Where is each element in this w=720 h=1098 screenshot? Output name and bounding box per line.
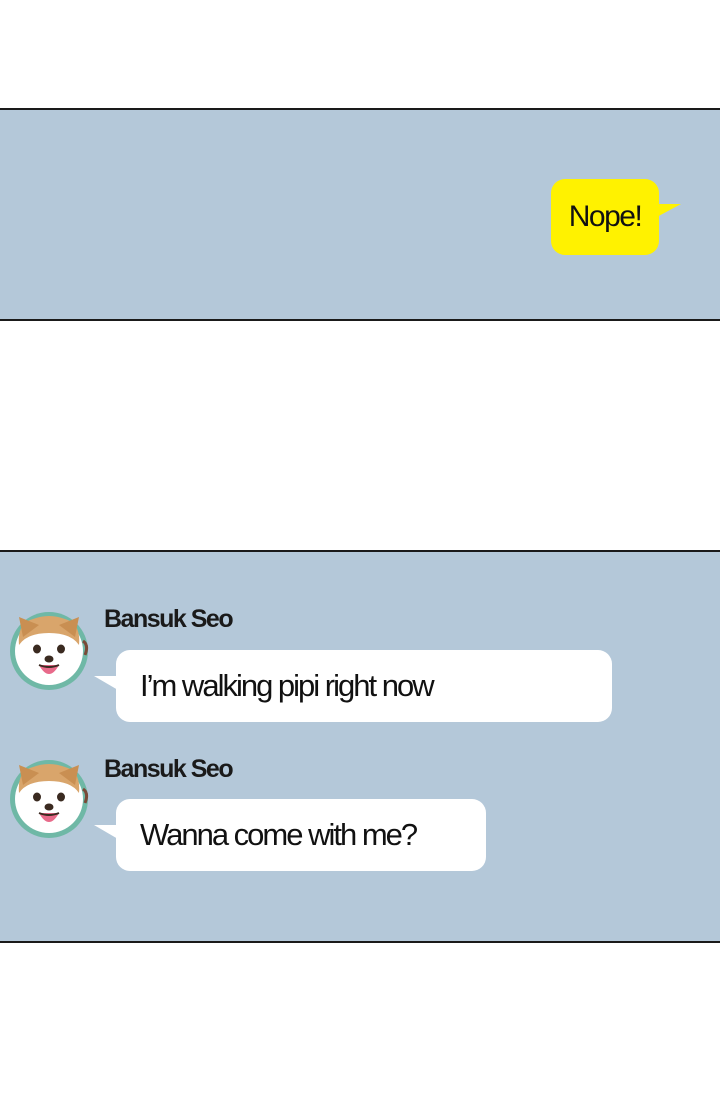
incoming-message-bubble[interactable]: I’m walking pipi right now [116,650,612,722]
incoming-message-text: I’m walking pipi right now [140,668,435,703]
outgoing-message-text: Nope! [568,200,643,233]
incoming-message-text: Wanna come with me? [140,817,418,852]
corgi-avatar-icon[interactable] [9,759,89,839]
chat-panel-bottom: Bansuk Seo I’m walking pipi right now Ba… [0,550,720,943]
sender-name: Bansuk Seo [104,605,234,633]
chat-panel-top: Nope! [0,108,720,321]
outgoing-message-bubble[interactable]: Nope! [551,179,659,255]
incoming-bubble-tail [94,825,118,839]
corgi-avatar-icon[interactable] [9,611,89,691]
incoming-bubble-tail [94,676,118,690]
outgoing-bubble-tail [655,204,681,218]
incoming-message-bubble[interactable]: Wanna come with me? [116,799,486,871]
sender-name: Bansuk Seo [104,755,234,783]
